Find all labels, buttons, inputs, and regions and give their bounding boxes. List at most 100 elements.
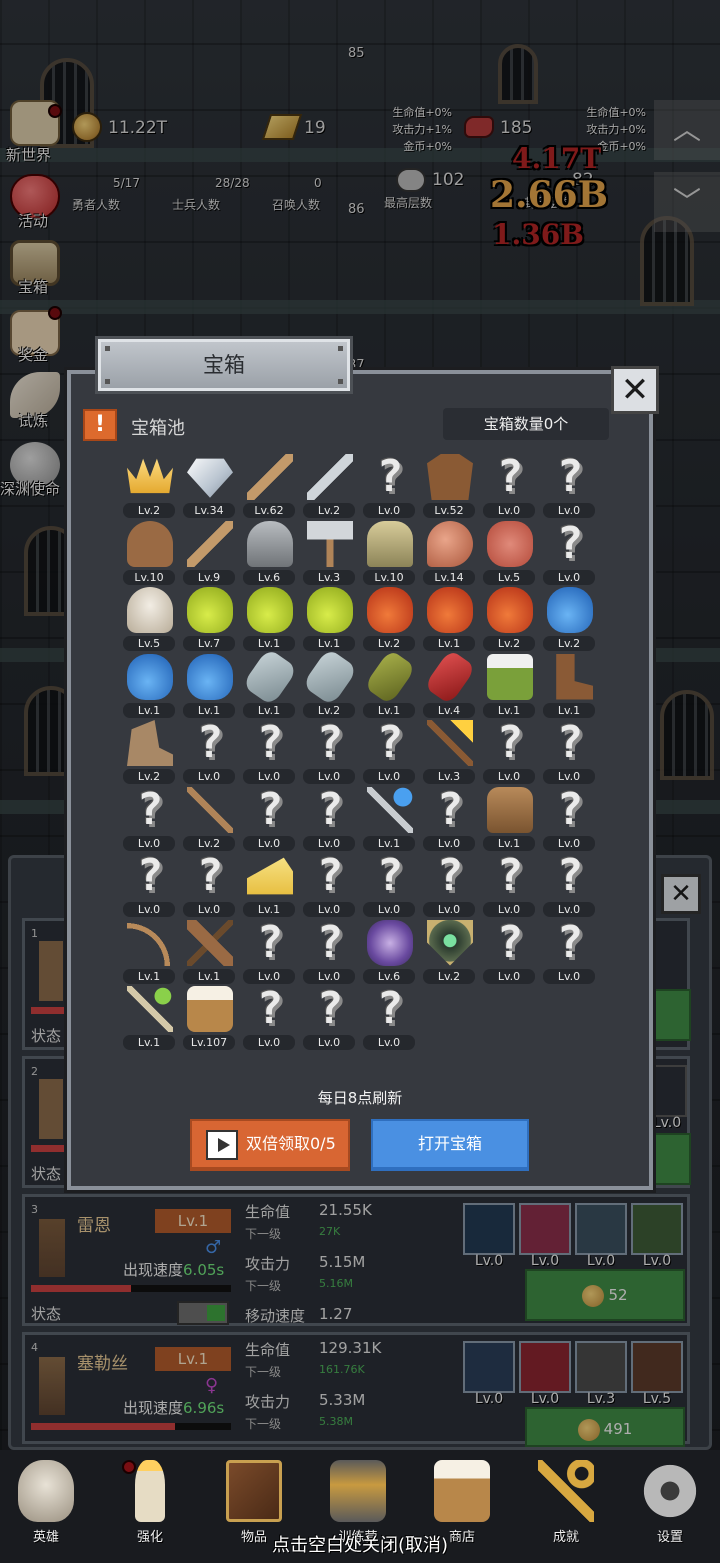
open-chest-button[interactable]: 打开宝箱 [371, 1119, 529, 1171]
item-level: Lv.0 [303, 1035, 355, 1050]
knight-helmet-icon [247, 520, 293, 567]
chest-item-slot[interactable]: Lv.2 [539, 585, 599, 651]
close-button[interactable]: ✕ [611, 366, 659, 414]
chest-item-slot[interactable]: ? Lv.0 [299, 918, 359, 984]
chest-item-slot[interactable]: ? Lv.0 [539, 851, 599, 917]
item-level: Lv.2 [123, 769, 175, 784]
chest-item-slot[interactable]: ? Lv.0 [299, 785, 359, 851]
chest-item-slot[interactable]: Lv.1 [239, 647, 299, 718]
item-level: Lv.3 [423, 769, 475, 784]
chest-item-slot[interactable]: ? Lv.0 [299, 718, 359, 784]
chest-item-slot[interactable]: Lv.5 [119, 585, 179, 651]
chest-item-slot[interactable]: Lv.1 [359, 648, 419, 718]
double-claim-button[interactable]: 双倍领取0/5 [190, 1119, 350, 1171]
chest-item-slot[interactable]: Lv.1 [179, 652, 239, 718]
yellow-potion-icon [187, 587, 233, 633]
chest-item-slot[interactable]: Lv.1 [299, 585, 359, 651]
chest-item-slot[interactable]: ? Lv.0 [419, 851, 479, 917]
chest-item-slot[interactable]: Lv.4 [419, 648, 479, 718]
chest-item-slot[interactable]: ? Lv.0 [539, 519, 599, 585]
chest-item-slot[interactable]: Lv.14 [419, 519, 479, 585]
chest-item-slot[interactable]: ? Lv.0 [179, 718, 239, 784]
close-hint[interactable]: 点击空白处关闭(取消) [0, 1531, 720, 1557]
chest-item-slot[interactable]: Lv.1 [119, 918, 179, 984]
chest-item-slot[interactable]: Lv.7 [179, 585, 239, 651]
chest-item-slot[interactable]: Lv.2 [179, 785, 239, 851]
chest-item-slot[interactable]: ? Lv.0 [479, 452, 539, 518]
chest-item-slot[interactable]: ? Lv.0 [479, 851, 539, 917]
chest-item-slot[interactable]: ? Lv.0 [359, 984, 419, 1050]
item-level: Lv.1 [123, 968, 175, 984]
item-level: Lv.1 [423, 636, 475, 651]
chest-item-slot[interactable]: Lv.62 [239, 452, 299, 518]
item-level: Lv.0 [303, 835, 355, 851]
chest-item-slot[interactable]: Lv.2 [119, 452, 179, 518]
chest-item-slot[interactable]: ? Lv.0 [479, 718, 539, 784]
chest-item-slot[interactable]: ? Lv.0 [299, 984, 359, 1050]
chest-item-slot[interactable]: ? Lv.0 [239, 785, 299, 851]
chest-item-slot[interactable]: ? Lv.0 [419, 785, 479, 851]
chest-item-slot[interactable]: ? Lv.0 [239, 984, 299, 1050]
chest-item-slot[interactable]: Lv.1 [419, 585, 479, 651]
chest-item-slot[interactable]: ? Lv.0 [179, 851, 239, 917]
chest-item-slot[interactable]: Lv.2 [299, 452, 359, 518]
chest-item-slot[interactable]: ? Lv.0 [479, 918, 539, 984]
chest-item-slot[interactable]: ? Lv.0 [299, 851, 359, 917]
video-play-icon [206, 1130, 238, 1160]
item-level: Lv.0 [483, 503, 535, 518]
chest-item-slot[interactable]: ? Lv.0 [119, 785, 179, 851]
red-potion-icon [367, 587, 413, 633]
chest-item-slot[interactable]: Lv.2 [299, 647, 359, 718]
chest-item-slot[interactable]: Lv.9 [179, 519, 239, 585]
chest-item-slot[interactable]: ? Lv.0 [359, 718, 419, 784]
chest-item-slot[interactable]: Lv.1 [179, 918, 239, 984]
chest-item-slot[interactable]: Lv.1 [119, 984, 179, 1050]
chest-item-slot[interactable]: Lv.3 [299, 519, 359, 585]
chest-item-slot[interactable]: Lv.3 [419, 718, 479, 784]
unknown-icon: ? [436, 783, 464, 835]
chest-item-slot[interactable]: Lv.1 [479, 652, 539, 718]
chest-item-slot[interactable]: Lv.2 [419, 918, 479, 984]
chest-item-slot[interactable]: Lv.5 [479, 519, 539, 585]
item-level: Lv.9 [183, 569, 235, 585]
chest-item-slot[interactable]: ? Lv.0 [539, 452, 599, 518]
chest-item-slot[interactable]: Lv.1 [239, 585, 299, 651]
chest-item-slot[interactable]: Lv.6 [359, 918, 419, 984]
chest-item-slot[interactable]: ? Lv.0 [359, 851, 419, 917]
chest-item-slot[interactable]: Lv.34 [179, 452, 239, 518]
chest-item-slot[interactable]: Lv.1 [539, 652, 599, 718]
chest-item-slot[interactable]: ? Lv.0 [119, 851, 179, 917]
item-level: Lv.0 [303, 769, 355, 784]
yellow-potion-icon [307, 587, 353, 633]
chest-item-slot[interactable]: Lv.2 [119, 718, 179, 784]
exclamation-icon[interactable]: ! [83, 409, 117, 441]
chest-pool-label: 宝箱池 [131, 418, 185, 439]
chest-item-slot[interactable]: ? Lv.0 [539, 918, 599, 984]
unknown-icon: ? [436, 850, 464, 901]
item-level: Lv.0 [303, 902, 355, 917]
item-level: Lv.1 [243, 636, 295, 651]
unknown-icon: ? [256, 783, 284, 835]
item-level: Lv.2 [363, 636, 415, 651]
chest-item-slot[interactable]: Lv.10 [119, 519, 179, 585]
chest-item-slot[interactable]: Lv.1 [479, 785, 539, 851]
chest-item-slot[interactable]: ? Lv.0 [239, 718, 299, 784]
chest-item-slot[interactable]: ? Lv.0 [539, 718, 599, 784]
chest-item-slot[interactable]: ? Lv.0 [539, 785, 599, 851]
item-level: Lv.0 [243, 1035, 295, 1050]
red-potion-icon [487, 587, 533, 633]
unknown-icon: ? [556, 916, 584, 968]
chest-item-slot[interactable]: Lv.1 [239, 851, 299, 917]
chest-item-slot[interactable]: Lv.6 [239, 519, 299, 585]
chest-item-slot[interactable]: Lv.1 [119, 652, 179, 718]
chest-item-slot[interactable]: Lv.1 [359, 785, 419, 851]
item-level: Lv.0 [243, 769, 295, 784]
chest-item-slot[interactable]: ? Lv.0 [359, 452, 419, 518]
chest-item-slot[interactable]: Lv.2 [479, 585, 539, 651]
chest-item-slot[interactable]: Lv.107 [179, 984, 239, 1050]
chest-item-slot[interactable]: Lv.2 [359, 585, 419, 651]
chest-item-slot[interactable]: Lv.52 [419, 452, 479, 518]
rice-bowl-icon [127, 587, 173, 633]
chest-item-slot[interactable]: Lv.10 [359, 519, 419, 585]
chest-item-slot[interactable]: ? Lv.0 [239, 918, 299, 984]
